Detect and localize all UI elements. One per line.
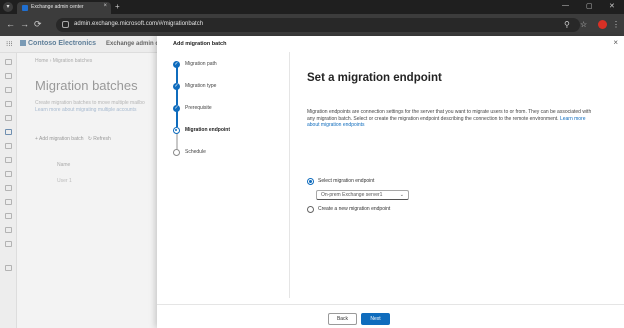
page-toolbar: + Add migration batch ↻ Refresh: [35, 136, 111, 142]
radio-label: Create a new migration endpoint: [318, 206, 391, 212]
step-description: Migration endpoints are connection setti…: [307, 109, 597, 129]
other-features-icon[interactable]: [5, 227, 12, 233]
page-title: Migration batches: [35, 78, 138, 93]
menu-icon[interactable]: [5, 59, 12, 65]
chevron-down-icon: ⌄: [399, 192, 404, 198]
back-arrow-icon[interactable]: ←: [6, 19, 15, 30]
browser-tab-bar: ▾ Exchange admin center × + — ▢ ✕: [0, 0, 624, 14]
browser-tab[interactable]: Exchange admin center ×: [17, 2, 111, 14]
back-button[interactable]: Back: [328, 313, 357, 325]
panel-header: Add migration batch ×: [157, 36, 624, 52]
organization-icon[interactable]: [5, 185, 12, 191]
profile-avatar[interactable]: [598, 20, 607, 29]
show-all-icon[interactable]: [5, 265, 12, 271]
app-launcher-icon[interactable]: ⁝⁝⁝: [6, 41, 13, 48]
page-description: Create migration batches to move multipl…: [35, 100, 175, 114]
table-row[interactable]: User 1: [57, 178, 72, 184]
step-heading: Set a migration endpoint: [307, 72, 442, 84]
contoso-logo-icon: [20, 40, 26, 46]
recipients-icon[interactable]: [5, 87, 12, 93]
checkmark-icon: ✓: [173, 83, 180, 90]
roles-icon[interactable]: [5, 115, 12, 121]
window-close-icon[interactable]: ✕: [609, 2, 615, 10]
browser-menu-icon[interactable]: ⋮: [612, 20, 620, 29]
mail-flow-icon[interactable]: [5, 101, 12, 107]
step-label: Migration endpoint: [185, 127, 230, 133]
add-migration-batch-label: Add migration batch: [39, 136, 84, 142]
radio-selected-icon[interactable]: [307, 178, 314, 185]
minimize-icon[interactable]: —: [562, 2, 569, 9]
learn-more-link[interactable]: Learn more about migrating multiple acco…: [35, 107, 175, 114]
reload-icon[interactable]: ⟳: [34, 19, 42, 30]
mobile-icon[interactable]: [5, 143, 12, 149]
app-name: Exchange admin ce: [106, 41, 163, 47]
step-connector: [176, 67, 178, 83]
wizard-stepper: ✓ Migration path ✓ Migration type ✓ Prer…: [157, 52, 290, 298]
breadcrumb: Home › Migration batches: [35, 58, 93, 64]
migration-icon[interactable]: [5, 129, 12, 135]
radio-create-endpoint[interactable]: Create a new migration endpoint: [307, 206, 597, 214]
brand: Contoso Electronics: [20, 40, 96, 47]
search-icon[interactable]: ⚲: [564, 20, 570, 29]
next-button[interactable]: Next: [361, 313, 390, 325]
address-bar: ← → ⟳ admin.exchange.microsoft.com/#/mig…: [0, 14, 624, 36]
step-connector: [176, 89, 178, 105]
step-description-text: Migration endpoints are connection setti…: [307, 109, 592, 122]
forward-arrow-icon[interactable]: →: [20, 19, 29, 30]
tab-title: Exchange admin center: [31, 4, 84, 10]
step-label: Schedule: [185, 149, 206, 155]
add-migration-batch-panel: Add migration batch × ✓ Migration path ✓…: [157, 36, 624, 328]
refresh-label: Refresh: [93, 136, 111, 142]
step-label: Migration path: [185, 61, 217, 67]
panel-title: Add migration batch: [173, 41, 227, 47]
reports-icon[interactable]: [5, 157, 12, 163]
step-label: Migration type: [185, 83, 217, 89]
radio-label: Select migration endpoint: [318, 178, 375, 184]
maximize-icon[interactable]: ▢: [586, 2, 593, 10]
step-connector: [176, 111, 178, 127]
site-info-icon[interactable]: [62, 21, 69, 28]
step-connector: [176, 133, 178, 149]
left-nav-rail: [0, 53, 17, 328]
settings-icon[interactable]: [5, 213, 12, 219]
checkmark-icon: ✓: [173, 61, 180, 68]
checkmark-icon: ✓: [173, 105, 180, 112]
close-icon[interactable]: ×: [613, 38, 618, 48]
panel-footer: [157, 304, 624, 328]
home-icon[interactable]: [5, 73, 12, 79]
step-label: Prerequisite: [185, 105, 212, 111]
column-header-name[interactable]: Name: [57, 162, 70, 168]
dropdown-value: On-prem Exchange server1: [321, 192, 383, 198]
new-tab-button[interactable]: +: [115, 2, 120, 11]
tab-search-icon[interactable]: ▾: [3, 2, 13, 12]
support-icon[interactable]: [5, 241, 12, 247]
tab-close-icon[interactable]: ×: [103, 3, 107, 9]
page-description-text: Create migration batches to move multipl…: [35, 100, 145, 106]
radio-select-endpoint[interactable]: Select migration endpoint: [307, 178, 597, 186]
current-step-icon: [173, 127, 180, 134]
pending-step-icon: [173, 149, 180, 156]
url-text: admin.exchange.microsoft.com/#/migration…: [74, 21, 204, 27]
migration-batches-page: Home › Migration batches Migration batch…: [17, 53, 157, 328]
insights-icon[interactable]: [5, 171, 12, 177]
endpoint-dropdown[interactable]: On-prem Exchange server1 ⌄: [316, 190, 409, 200]
refresh-button[interactable]: ↻ Refresh: [88, 136, 111, 142]
bookmark-star-icon[interactable]: ☆: [580, 20, 587, 29]
url-field[interactable]: admin.exchange.microsoft.com/#/migration…: [56, 18, 580, 32]
brand-name: Contoso Electronics: [28, 40, 97, 47]
add-migration-batch-button[interactable]: + Add migration batch: [35, 136, 84, 142]
public-folders-icon[interactable]: [5, 199, 12, 205]
radio-unselected-icon[interactable]: [307, 206, 314, 213]
exchange-favicon-icon: [22, 5, 28, 11]
